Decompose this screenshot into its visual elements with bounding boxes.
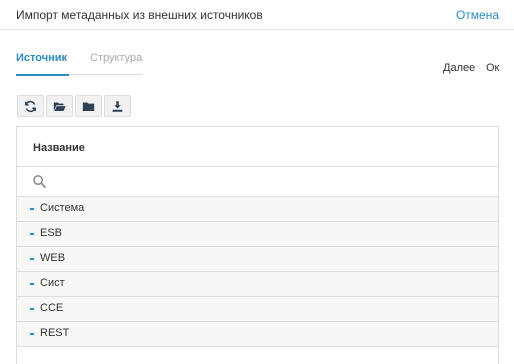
collapse-dash-icon xyxy=(30,233,34,235)
list-item-label: ESB xyxy=(40,227,63,239)
search-icon xyxy=(33,175,47,189)
collapse-dash-icon xyxy=(30,208,34,210)
list-item[interactable]: ESB xyxy=(17,222,498,247)
list-item-label: Система xyxy=(40,202,85,214)
open-folder-button[interactable] xyxy=(46,95,73,117)
list-item[interactable]: Сист xyxy=(17,272,498,297)
next-button[interactable]: Далее xyxy=(443,62,475,74)
list-item-label: CCE xyxy=(40,302,64,314)
list-item[interactable]: REST xyxy=(17,322,498,347)
folder-button[interactable] xyxy=(75,95,102,117)
tab-structure[interactable]: Структура xyxy=(90,52,142,75)
refresh-button[interactable] xyxy=(17,95,44,117)
refresh-icon xyxy=(25,100,36,112)
list-item[interactable]: CCE xyxy=(17,297,498,322)
list-item[interactable]: WEB xyxy=(17,247,498,272)
list-item-label: Сист xyxy=(40,277,65,289)
ok-button[interactable]: Ок xyxy=(486,62,499,74)
collapse-dash-icon xyxy=(30,308,34,310)
search-input[interactable] xyxy=(55,172,485,191)
dialog-title: Импорт метаданных из внешних источников xyxy=(16,8,263,22)
sources-grid: Название Система ESB WEB Сист CCE REST xyxy=(16,126,499,364)
grid-header: Название xyxy=(17,127,498,167)
folder-icon xyxy=(82,101,95,111)
column-header-name[interactable]: Название xyxy=(33,142,85,154)
dialog-header: Импорт метаданных из внешних источников … xyxy=(0,0,514,30)
download-icon xyxy=(112,100,123,112)
download-button[interactable] xyxy=(104,95,131,117)
tab-bar: Источник Структура xyxy=(16,52,142,76)
list-item-label: WEB xyxy=(40,252,66,264)
grid-search-row xyxy=(17,167,498,197)
toolbar xyxy=(17,95,131,117)
collapse-dash-icon xyxy=(30,283,34,285)
list-item[interactable]: Система xyxy=(17,197,498,222)
cancel-link[interactable]: Отмена xyxy=(456,8,499,22)
collapse-dash-icon xyxy=(30,333,34,335)
folder-open-icon xyxy=(53,101,66,111)
list-item-label: REST xyxy=(40,327,70,339)
tab-source[interactable]: Источник xyxy=(16,52,70,76)
collapse-dash-icon xyxy=(30,258,34,260)
